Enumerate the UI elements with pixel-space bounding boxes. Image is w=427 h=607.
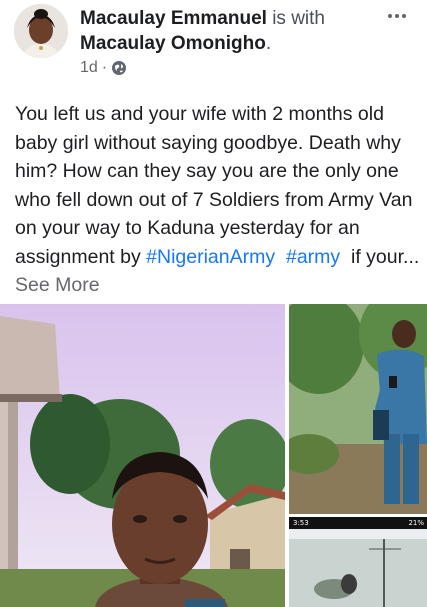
post-header: Macaulay Emmanuel is with Macaulay Omoni… xyxy=(0,0,427,92)
hashtag-army[interactable]: #army xyxy=(286,246,340,268)
post-body: You left us and your wife with 2 months … xyxy=(15,103,413,268)
photo-main[interactable] xyxy=(0,304,285,607)
with-text: is with xyxy=(272,8,325,29)
tagged-name[interactable]: Macaulay Omonigho xyxy=(80,33,266,54)
author-avatar[interactable] xyxy=(14,4,68,58)
see-more-link[interactable]: See More xyxy=(15,274,100,296)
globe-icon xyxy=(111,60,127,76)
phone-status-bar: 3:53 21% xyxy=(289,517,427,529)
post-time[interactable]: 1d xyxy=(80,59,98,77)
post-photos: 3:53 21% xyxy=(0,304,427,607)
more-options-icon[interactable] xyxy=(382,6,412,26)
photo-soldier[interactable] xyxy=(289,304,427,514)
tagged-suffix: . xyxy=(265,33,272,54)
meta-separator: · xyxy=(101,59,108,76)
hashtag-nigerianarmy[interactable]: #NigerianArmy xyxy=(146,246,275,268)
post-author-line: Macaulay Emmanuel is with Macaulay Omoni… xyxy=(80,6,370,56)
status-battery: 21% xyxy=(408,519,424,527)
post-body-tail: if your... xyxy=(351,245,420,268)
status-time: 3:53 xyxy=(293,519,309,527)
author-name[interactable]: Macaulay Emmanuel xyxy=(80,8,267,29)
photo-screenshot[interactable]: 3:53 21% xyxy=(289,517,427,607)
post-meta: 1d · xyxy=(80,57,127,79)
post-text: You left us and your wife with 2 months … xyxy=(15,100,420,300)
